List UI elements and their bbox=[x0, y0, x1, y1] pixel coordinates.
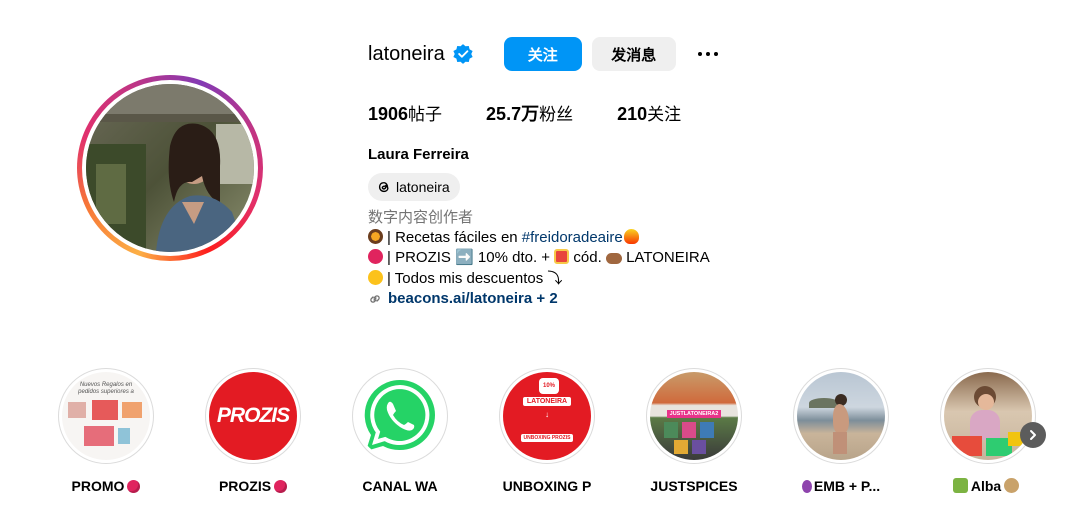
highlight-label: EMB + P... bbox=[791, 478, 891, 494]
bio-link[interactable]: beacons.ai/latoneira + 2 bbox=[368, 289, 710, 310]
red-circle-icon bbox=[368, 249, 383, 264]
highlight-cover: Nuevos Regalos en pedidos superiores a bbox=[62, 372, 150, 460]
highlight-cover: PROZIS bbox=[209, 372, 297, 460]
whatsapp-icon bbox=[356, 372, 444, 460]
highlight-label: UNBOXING P bbox=[502, 478, 592, 494]
red-circle-icon bbox=[127, 480, 141, 493]
highlight-canal-wa[interactable]: CANAL WA bbox=[350, 368, 450, 494]
threads-handle: latoneira bbox=[396, 179, 450, 195]
grapes-emoji-icon bbox=[801, 480, 812, 493]
highlight-label: PROMO bbox=[56, 478, 156, 494]
highlight-cover: 10% LATONEIRA ↓ UNBOXING PROZIS bbox=[503, 372, 591, 460]
highlight-label: JUSTSPICES bbox=[650, 478, 738, 494]
highlight-cover bbox=[944, 372, 1032, 460]
followers-count[interactable]: 25.7万粉丝 bbox=[486, 100, 573, 126]
puzzle-emoji-icon bbox=[952, 478, 968, 493]
bio-line-3: | Todos mis descuentos ⤵ bbox=[368, 269, 710, 290]
highlight-label: CANAL WA bbox=[362, 478, 438, 494]
pointing-hand-emoji-icon bbox=[605, 253, 622, 264]
profile-username[interactable]: latoneira bbox=[368, 43, 445, 66]
palette-emoji-icon bbox=[1004, 478, 1020, 493]
link-icon bbox=[370, 295, 380, 303]
highlight-unboxing[interactable]: 10% LATONEIRA ↓ UNBOXING PROZIS UNBOXING… bbox=[497, 368, 597, 494]
pan-emoji-icon bbox=[368, 228, 383, 244]
follow-button[interactable]: 关注 bbox=[503, 37, 582, 71]
highlight-emb[interactable]: EMB + P... bbox=[791, 368, 891, 494]
hashtag-link[interactable]: #freidoradeaire bbox=[522, 229, 623, 246]
bio-line-2: | PROZIS ➡️ 10% dto. + cód. LATONEIRA bbox=[368, 248, 710, 269]
story-highlights: Nuevos Regalos en pedidos superiores a P… bbox=[56, 368, 1056, 508]
profile-avatar[interactable] bbox=[77, 75, 263, 261]
highlight-justspices[interactable]: JUSTLATONEIRA2 JUSTSPICES bbox=[644, 368, 744, 494]
message-button[interactable]: 发消息 bbox=[591, 37, 676, 71]
star-struck-emoji-icon bbox=[368, 269, 383, 285]
highlights-next-icon[interactable] bbox=[1020, 422, 1046, 448]
profile-category: 数字内容创作者 bbox=[368, 208, 474, 226]
fire-emoji-icon bbox=[623, 228, 639, 244]
threads-link[interactable]: latoneira bbox=[368, 173, 460, 201]
more-options-icon[interactable] bbox=[692, 38, 724, 70]
avatar-photo bbox=[86, 84, 254, 252]
highlight-prozis[interactable]: PROZIS PROZIS bbox=[203, 368, 303, 494]
profile-stats: 1906帖子 25.7万粉丝 210关注 bbox=[368, 100, 725, 126]
bio-line-1: | Recetas fáciles en #freidoradeaire bbox=[368, 228, 710, 249]
posts-count: 1906帖子 bbox=[368, 104, 443, 125]
profile-full-name: Laura Ferreira bbox=[368, 146, 469, 163]
profile-header-row: latoneira 关注 发消息 bbox=[368, 36, 724, 72]
highlight-cover bbox=[797, 372, 885, 460]
highlight-cover: JUSTLATONEIRA2 bbox=[650, 372, 738, 460]
following-count[interactable]: 210关注 bbox=[617, 100, 681, 126]
red-circle-icon bbox=[274, 480, 288, 493]
profile-bio: 数字内容创作者 | Recetas fáciles en #freidorade… bbox=[368, 207, 710, 310]
verified-badge-icon bbox=[452, 43, 474, 65]
highlight-label: Alba bbox=[938, 478, 1038, 494]
highlight-label: PROZIS bbox=[203, 478, 303, 494]
threads-icon bbox=[376, 179, 392, 195]
gift-emoji-icon bbox=[554, 249, 570, 264]
highlight-promo[interactable]: Nuevos Regalos en pedidos superiores a P… bbox=[56, 368, 156, 494]
